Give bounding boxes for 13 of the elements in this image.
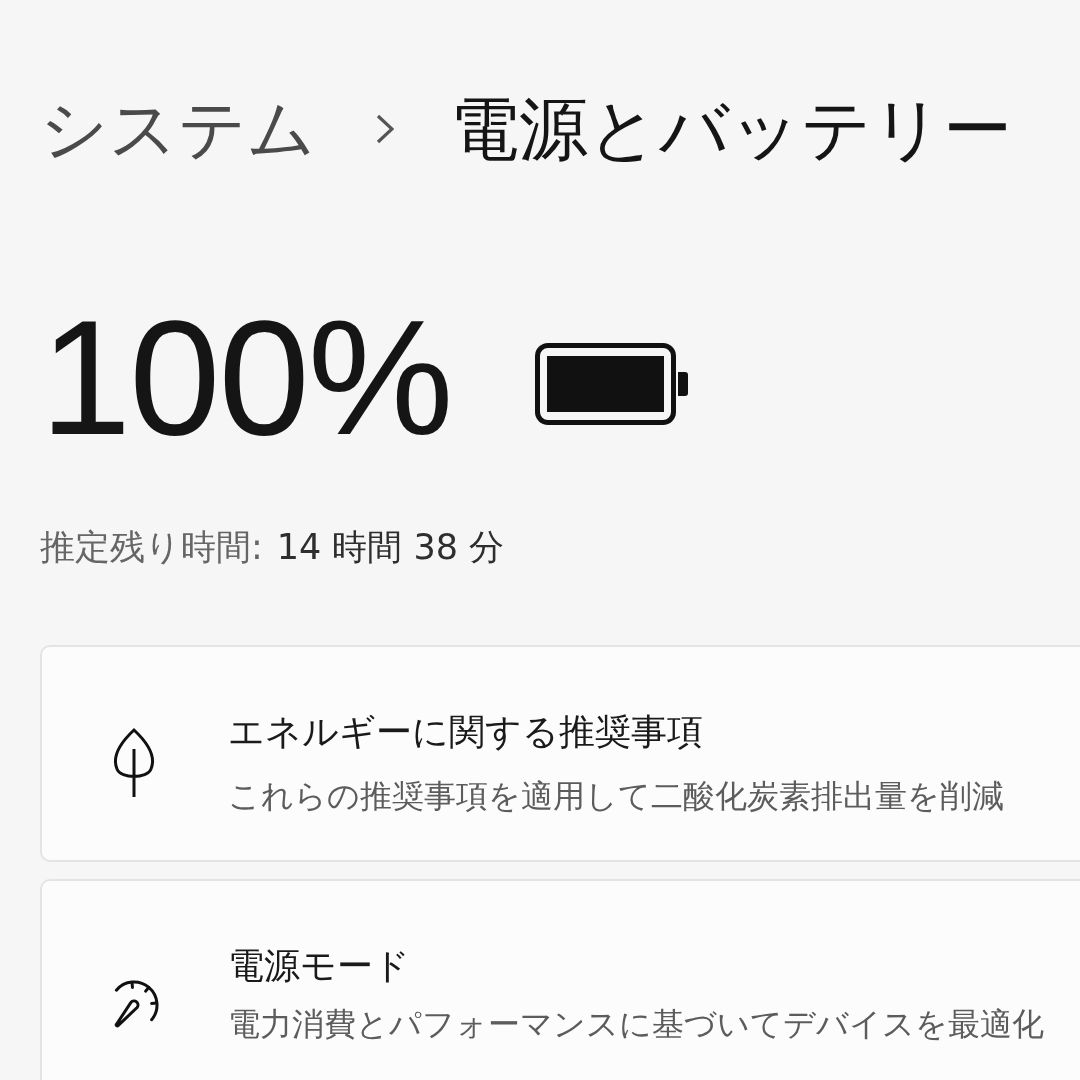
card-title: 電源モード [228, 943, 411, 988]
settings-card[interactable]: 電源モード 電力消費とパフォーマンスに基づいてデバイスを最適化 [40, 878, 1080, 1080]
estimate-label: 推定残り時間: [40, 525, 263, 568]
battery-percentage: 100% [40, 295, 452, 460]
battery-terminal-icon [678, 371, 689, 396]
chevron-right-icon [376, 114, 394, 145]
estimate-value: 14 時間 38 分 [276, 525, 505, 568]
breadcrumb-parent-link[interactable]: システム [40, 89, 316, 170]
card-description: 電力消費とパフォーマンスに基づいてデバイスを最適化 [228, 1003, 1044, 1045]
card-title: エネルギーに関する推奨事項 [228, 710, 704, 754]
card-description: これらの推奨事項を適用して二酸化炭素排出量を削減 [228, 776, 1004, 817]
page-title: 電源とバッテリー [450, 88, 1012, 171]
settings-card[interactable]: エネルギーに関する推奨事項 これらの推奨事項を適用して二酸化炭素排出量を削減 [40, 644, 1080, 862]
